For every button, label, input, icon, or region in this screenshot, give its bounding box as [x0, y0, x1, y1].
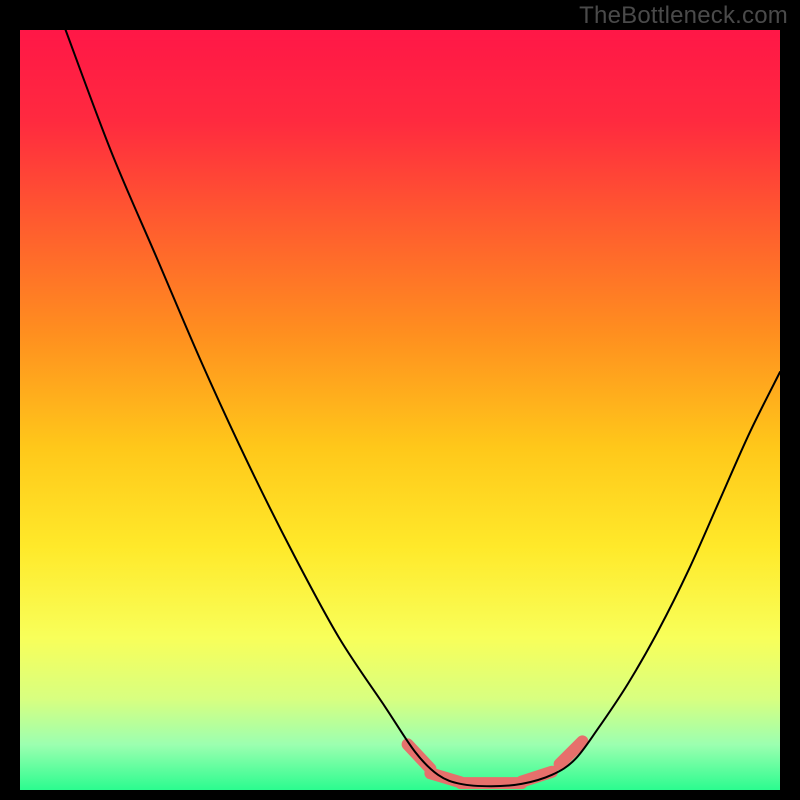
chart-svg	[20, 30, 780, 790]
chart-plot-area	[20, 30, 780, 790]
watermark-text: TheBottleneck.com	[579, 2, 788, 30]
gradient-background	[20, 30, 780, 790]
chart-frame: TheBottleneck.com	[0, 0, 800, 800]
